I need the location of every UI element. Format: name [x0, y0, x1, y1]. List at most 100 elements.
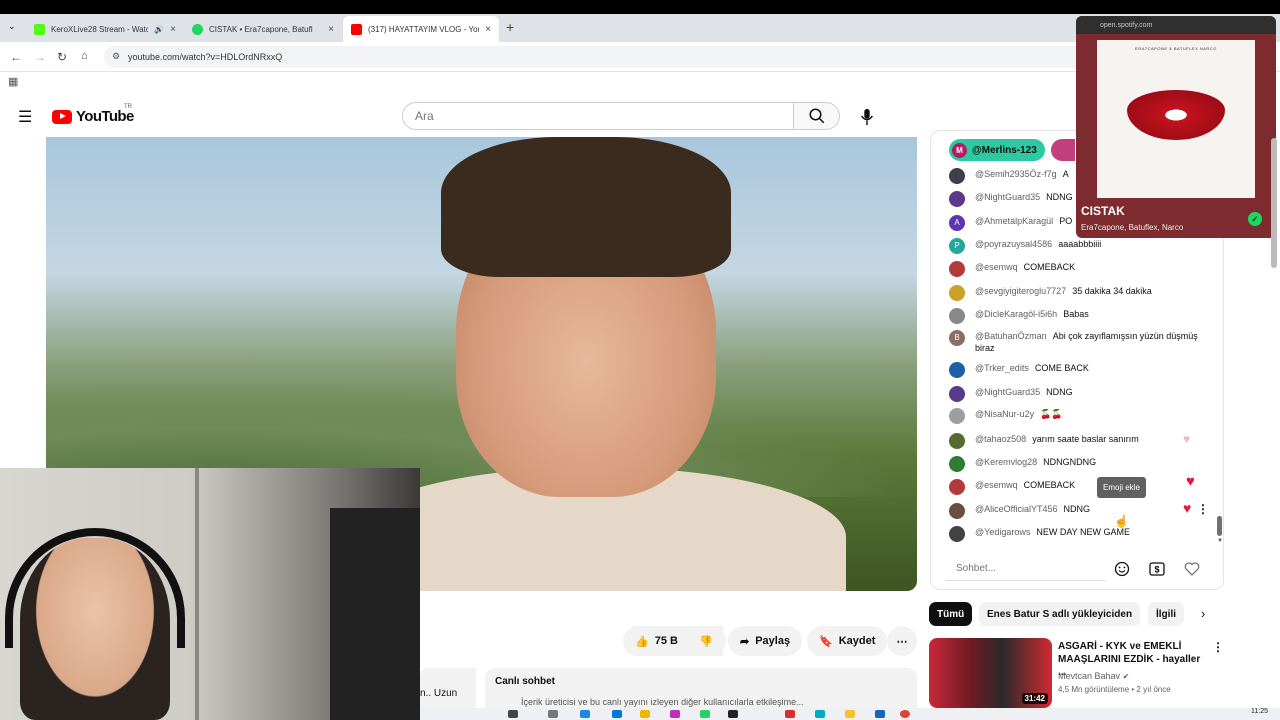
- spotify-miniplayer[interactable]: open.spotify.com ERA7CAPONE & BATUFLEX N…: [1076, 16, 1276, 238]
- video-more-icon[interactable]: ⋮: [1212, 640, 1224, 654]
- chat-author[interactable]: @Trker_edits: [975, 363, 1029, 373]
- taskbar-app-icon[interactable]: [845, 710, 855, 718]
- apps-grid-icon[interactable]: ▦: [8, 75, 18, 88]
- avatar[interactable]: [949, 308, 965, 324]
- avatar[interactable]: [949, 285, 965, 301]
- avatar[interactable]: [949, 386, 965, 402]
- speaker-icon[interactable]: 🔊: [154, 25, 164, 34]
- taskbar-whatsapp-icon[interactable]: [700, 710, 710, 718]
- chat-author[interactable]: @esemwq: [975, 262, 1018, 272]
- heart-button[interactable]: [1182, 559, 1202, 579]
- scroll-down-icon[interactable]: ▼: [1217, 538, 1223, 544]
- chat-author[interactable]: @NisaNur-u2y: [975, 409, 1034, 419]
- close-icon[interactable]: ×: [485, 24, 491, 35]
- home-icon[interactable]: ⌂: [81, 50, 88, 62]
- channel-name[interactable]: Mevtcan Bahav ✔: [1058, 671, 1129, 681]
- chat-author[interactable]: @sevgiyigiteroglu7727: [975, 286, 1066, 296]
- taskbar-app-icon[interactable]: [508, 710, 518, 718]
- chip-all[interactable]: Tümü: [929, 602, 973, 626]
- avatar[interactable]: [949, 503, 965, 519]
- dislike-button[interactable]: 👎: [686, 626, 726, 656]
- avatar[interactable]: [949, 479, 965, 495]
- pinned-user-chip-2[interactable]: [1050, 139, 1075, 161]
- chat-message[interactable]: P @poyrazuysal4586 aaaabbbiiii: [949, 238, 1207, 254]
- close-icon[interactable]: ×: [328, 24, 334, 35]
- avatar[interactable]: [949, 433, 965, 449]
- chip-uploader[interactable]: Enes Batur S adlı yükleyiciden: [979, 602, 1141, 626]
- taskbar-app-icon[interactable]: [580, 710, 590, 718]
- back-arrow-icon[interactable]: ←: [10, 50, 22, 64]
- chat-message[interactable]: @tahaoz508 yarım saate baslar sanırım: [949, 433, 1207, 449]
- taskbar-app-icon[interactable]: [875, 710, 885, 718]
- search-input[interactable]: Ara: [402, 102, 794, 130]
- chat-author[interactable]: @AhmetalpKaragül: [975, 216, 1053, 226]
- share-button[interactable]: ➦ Paylaş: [728, 626, 803, 656]
- chat-author[interactable]: @esemwq: [975, 480, 1018, 490]
- chat-message[interactable]: @DicleKaragöl-i5i6h Babas: [949, 308, 1207, 324]
- taskbar-app-icon[interactable]: [728, 710, 738, 718]
- taskbar-app-icon[interactable]: [670, 710, 680, 718]
- chat-input[interactable]: Sohbet...: [946, 557, 1106, 581]
- chat-message[interactable]: @esemwq COMEBACK: [949, 261, 1207, 277]
- chat-message[interactable]: @esemwq COMEBACK: [949, 479, 1207, 495]
- chat-author[interactable]: @DicleKaragöl-i5i6h: [975, 309, 1057, 319]
- page-scrollbar[interactable]: [1271, 138, 1277, 268]
- avatar[interactable]: [949, 191, 965, 207]
- avatar[interactable]: [949, 168, 965, 184]
- emoji-button[interactable]: [1112, 559, 1132, 579]
- chat-message[interactable]: @Keremvlog28 NDNGNDNG: [949, 456, 1207, 472]
- tab-kick-stream[interactable]: KeroXLive28 Stream - Watc 🔊 ×: [26, 16, 184, 42]
- close-icon[interactable]: ×: [170, 24, 176, 35]
- chip-related[interactable]: İlgili: [1148, 602, 1184, 626]
- chat-message[interactable]: @sevgiyigiteroglu7727 35 dakika 34 dakika: [949, 285, 1207, 301]
- chat-message[interactable]: @Yedigarows NEW DAY NEW GAME: [949, 526, 1207, 542]
- chevron-right-icon[interactable]: ›: [1201, 606, 1205, 621]
- pinned-user-chip[interactable]: M @Merlins-123: [949, 139, 1045, 161]
- recommended-video[interactable]: 31:42 ASGARİ - KYK ve EMEKLİ MAAŞLARINI …: [929, 638, 1229, 708]
- message-more-icon[interactable]: ⋮: [1197, 502, 1209, 516]
- forward-arrow-icon[interactable]: →: [34, 50, 46, 64]
- chat-author[interactable]: @NightGuard35: [975, 192, 1040, 202]
- chat-author[interactable]: @BatuhanÖzman: [975, 331, 1047, 341]
- tab-list-chevron-icon[interactable]: ⌄: [8, 21, 16, 32]
- taskbar-app-icon[interactable]: [548, 710, 558, 718]
- taskbar-chrome-icon[interactable]: [900, 710, 910, 718]
- super-chat-button[interactable]: $: [1147, 559, 1167, 579]
- voice-search-button[interactable]: [852, 102, 882, 132]
- more-actions-button[interactable]: ⋯: [887, 626, 917, 656]
- chat-message[interactable]: B @BatuhanÖzman Abi çok zayıflamışsın yüzü…: [949, 330, 1207, 354]
- chat-message[interactable]: @Trker_edits COME BACK: [949, 362, 1207, 378]
- site-info-icon[interactable]: ⚙: [112, 51, 120, 62]
- chat-message[interactable]: @AliceOfficialYT456 NDNG: [949, 503, 1207, 519]
- taskbar-app-icon[interactable]: [815, 710, 825, 718]
- avatar[interactable]: [949, 456, 965, 472]
- new-tab-plus-icon[interactable]: +: [506, 19, 514, 35]
- chat-scrollbar[interactable]: [1217, 516, 1222, 536]
- search-button[interactable]: [794, 102, 840, 130]
- video-thumbnail[interactable]: 31:42: [929, 638, 1052, 708]
- tab-spotify[interactable]: CISTAK • Era7capone, Batufl ×: [184, 16, 342, 42]
- avatar[interactable]: A: [949, 215, 965, 231]
- taskbar-folder-icon[interactable]: [640, 710, 650, 718]
- taskbar-app-icon[interactable]: [785, 710, 795, 718]
- chat-author[interactable]: @Yedigarows: [975, 527, 1030, 537]
- saved-check-icon[interactable]: ✓: [1248, 212, 1262, 226]
- avatar[interactable]: [949, 526, 965, 542]
- menu-hamburger-icon[interactable]: ☰: [18, 107, 32, 127]
- chat-author[interactable]: @Semih2935Öz-f7g: [975, 169, 1057, 179]
- chat-author[interactable]: @AliceOfficialYT456: [975, 504, 1058, 514]
- avatar[interactable]: B: [949, 330, 965, 346]
- taskbar-app-icon[interactable]: [612, 710, 622, 718]
- youtube-logo[interactable]: YouTube TR: [52, 104, 134, 125]
- address-bar[interactable]: ⚙ youtube.com/watch?v=HDLOrdNRxxQ: [104, 46, 1084, 68]
- tab-youtube[interactable]: (317) HAYATTAYIM VLOG - You ×: [343, 16, 499, 42]
- chat-author[interactable]: @tahaoz508: [975, 434, 1026, 444]
- avatar[interactable]: [949, 362, 965, 378]
- chat-message[interactable]: @NisaNur-u2y 🍒🍒: [949, 408, 1207, 424]
- chat-author[interactable]: @Keremvlog28: [975, 457, 1037, 467]
- avatar[interactable]: P: [949, 238, 965, 254]
- avatar[interactable]: [949, 261, 965, 277]
- avatar[interactable]: [949, 408, 965, 424]
- chat-message[interactable]: @NightGuard35 NDNG: [949, 386, 1207, 402]
- save-button[interactable]: 🔖 Kaydet: [807, 626, 888, 656]
